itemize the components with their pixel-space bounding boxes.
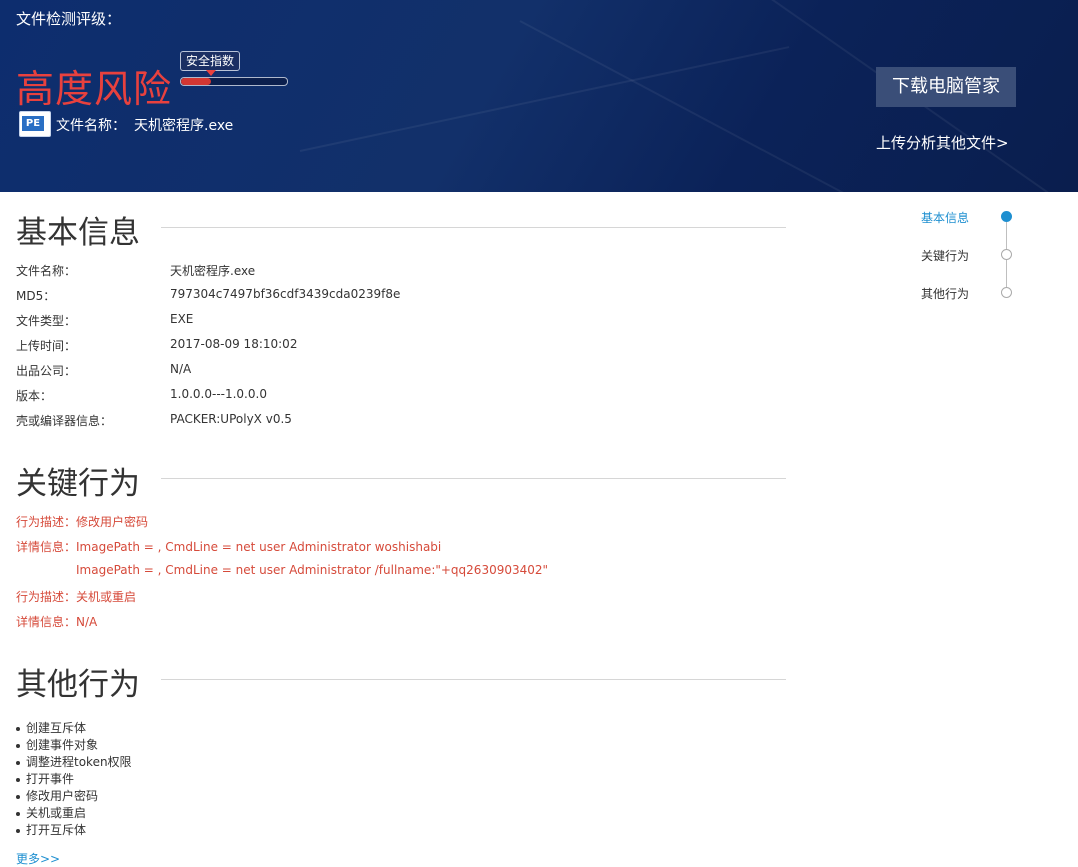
list-item: 关机或重启: [16, 805, 132, 822]
nav-item-key-behavior[interactable]: 关键行为: [921, 247, 969, 264]
file-name-line: 文件名称： 天机密程序.exe: [56, 115, 233, 135]
basic-info-title: 基本信息: [16, 215, 140, 251]
other-behavior-title: 其他行为: [16, 667, 140, 703]
info-label: 版本：: [16, 389, 53, 403]
list-item: 创建事件对象: [16, 737, 132, 754]
banner-decoration: [519, 20, 892, 192]
info-label: 文件名称：: [16, 264, 77, 278]
nav-item-other-behavior[interactable]: 其他行为: [921, 285, 969, 302]
safety-gauge-fill: [181, 78, 211, 85]
nav-item-basic-info[interactable]: 基本信息: [921, 209, 969, 226]
info-label: MD5：: [16, 289, 56, 303]
rating-label: 文件检测评级：: [16, 10, 122, 28]
info-value: 1.0.0.0---1.0.0.0: [170, 387, 267, 401]
nav-dot[interactable]: [1001, 211, 1012, 222]
gauge-label: 安全指数: [180, 51, 241, 76]
info-label: 文件类型：: [16, 314, 77, 328]
info-value: EXE: [170, 312, 194, 326]
section-divider: [161, 227, 786, 228]
behavior-desc: 行为描述：修改用户密码: [16, 515, 149, 529]
info-value: PACKER:UPolyX v0.5: [170, 412, 292, 426]
list-item: 创建互斥体: [16, 720, 132, 737]
info-value: 797304c7497bf36cdf3439cda0239f8e: [170, 287, 401, 301]
file-name-value: 天机密程序.exe: [134, 118, 234, 134]
banner-decoration: [299, 46, 790, 152]
list-item: 调整进程token权限: [16, 754, 132, 771]
nav-dot[interactable]: [1001, 287, 1012, 298]
list-item: 修改用户密码: [16, 788, 132, 805]
section-divider: [161, 679, 786, 680]
list-item: 打开互斥体: [16, 822, 132, 839]
key-behavior-title: 关键行为: [16, 466, 140, 502]
risk-level: 高度风险: [16, 67, 173, 111]
info-value: 2017-08-09 18:10:02: [170, 337, 298, 351]
pe-file-icon: PE: [19, 111, 51, 137]
other-behavior-list: 创建互斥体 创建事件对象 调整进程token权限 打开事件 修改用户密码 关机或…: [16, 720, 132, 839]
download-button[interactable]: 下载电脑管家: [876, 67, 1016, 107]
section-divider: [161, 478, 786, 479]
report-banner: 文件检测评级： 高度风险 安全指数 PE 文件名称： 天机密程序.exe 下载电脑…: [0, 0, 1078, 192]
nav-dot[interactable]: [1001, 249, 1012, 260]
behavior-detail: 详情信息：N/A: [16, 615, 98, 629]
upload-other-link[interactable]: 上传分析其他文件>: [876, 132, 1009, 153]
info-label: 上传时间：: [16, 339, 77, 353]
file-name-label: 文件名称：: [56, 118, 126, 134]
behavior-desc: 行为描述：关机或重启: [16, 590, 137, 604]
info-value: N/A: [170, 362, 192, 376]
info-label: 壳或编译器信息：: [16, 414, 113, 428]
info-value: 天机密程序.exe: [170, 264, 256, 278]
info-label: 出品公司：: [16, 364, 77, 378]
more-link[interactable]: 更多>>: [16, 850, 60, 867]
list-item: 打开事件: [16, 771, 132, 788]
behavior-detail: ImagePath = , CmdLine = net user Adminis…: [76, 563, 549, 577]
behavior-detail: 详情信息：ImagePath = , CmdLine = net user Ad…: [16, 540, 442, 554]
safety-gauge: [180, 77, 288, 86]
